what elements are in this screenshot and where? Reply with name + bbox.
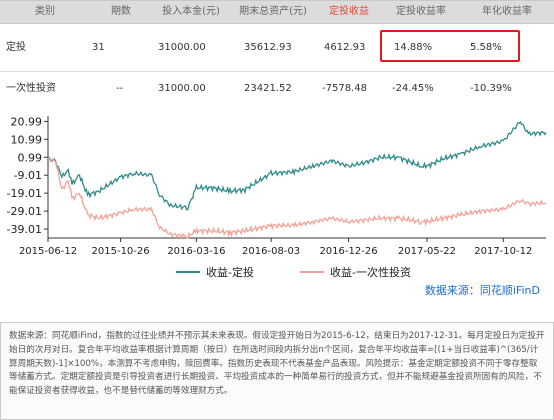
row2-periods: -- bbox=[116, 83, 124, 94]
header-aip-return: 定投收益 bbox=[329, 6, 369, 17]
highlight-box bbox=[380, 30, 520, 62]
disclaimer-box: 数据来源：同花顺iFind，指数的过往业绩并不预示其未来表现。假设定投开始日为2… bbox=[0, 322, 554, 420]
y-tick-label: -9.01 bbox=[14, 169, 42, 182]
table-header: 类别 期数 投入本金(元) 期末总资产(元) 定投收益 定投收益率 年化收益率 bbox=[0, 0, 554, 24]
source-label: 数据来源：同花顺iFinD bbox=[425, 283, 540, 297]
line-chart: 20.99 10.99 0.99 -9.01 -19.01 -29.01 -39.01 201… bbox=[7, 115, 547, 297]
header-periods: 期数 bbox=[111, 6, 131, 17]
header-principal: 投入本金(元) bbox=[162, 6, 220, 17]
y-tick-label: -19.01 bbox=[7, 187, 42, 200]
row2-category: 一次性投资 bbox=[6, 83, 56, 94]
x-tick-label: 2017-05-22 bbox=[398, 246, 456, 257]
row2-aip-return-rate: -24.45% bbox=[392, 83, 434, 94]
row1-category: 定投 bbox=[6, 42, 26, 53]
row1-periods: 31 bbox=[92, 42, 105, 53]
header-annualized-rate: 年化收益率 bbox=[482, 6, 532, 17]
y-tick-label: 20.99 bbox=[11, 115, 43, 128]
x-tick-label: 2015-06-12 bbox=[19, 246, 77, 257]
y-tick-label: 0.99 bbox=[18, 151, 43, 164]
header-category: 类别 bbox=[35, 6, 55, 17]
x-tick-label: 2016-12-26 bbox=[319, 246, 377, 257]
summary-table: 类别 期数 投入本金(元) 期末总资产(元) 定投收益 定投收益率 年化收益率 … bbox=[0, 0, 554, 112]
y-tick-label: -39.01 bbox=[7, 223, 42, 236]
y-tick-label: 10.99 bbox=[11, 133, 43, 146]
row2-end-assets: 23421.52 bbox=[244, 83, 292, 94]
header-end-assets: 期末总资产(元) bbox=[239, 6, 307, 17]
y-tick-label: -29.01 bbox=[7, 205, 42, 218]
legend-label: 收益-定投 bbox=[206, 265, 254, 279]
row2-principal: 31000.00 bbox=[158, 83, 206, 94]
series-line-lump-sum bbox=[47, 157, 547, 240]
series-line-aip bbox=[47, 120, 547, 211]
x-tick-label: 2016-03-16 bbox=[167, 246, 225, 257]
header-aip-return-rate: 定投收益率 bbox=[396, 6, 446, 17]
row1-aip-return: 4612.93 bbox=[324, 42, 366, 53]
row1-end-assets: 35612.93 bbox=[244, 42, 292, 53]
x-tick-label: 2016-08-03 bbox=[242, 246, 300, 257]
row1-principal: 31000.00 bbox=[158, 42, 206, 53]
row2-aip-return: -7578.48 bbox=[322, 83, 367, 94]
row-divider bbox=[0, 71, 554, 72]
x-tick-label: 2015-10-26 bbox=[92, 246, 150, 257]
x-tick-label: 2017-10-12 bbox=[474, 246, 532, 257]
legend-label: 收益-一次性投资 bbox=[330, 265, 411, 279]
disclaimer-text: 数据来源：同花顺iFind，指数的过往业绩并不预示其未来表现。假设定投开始日为2… bbox=[9, 331, 545, 397]
row2-annualized-rate: -10.39% bbox=[470, 83, 512, 94]
